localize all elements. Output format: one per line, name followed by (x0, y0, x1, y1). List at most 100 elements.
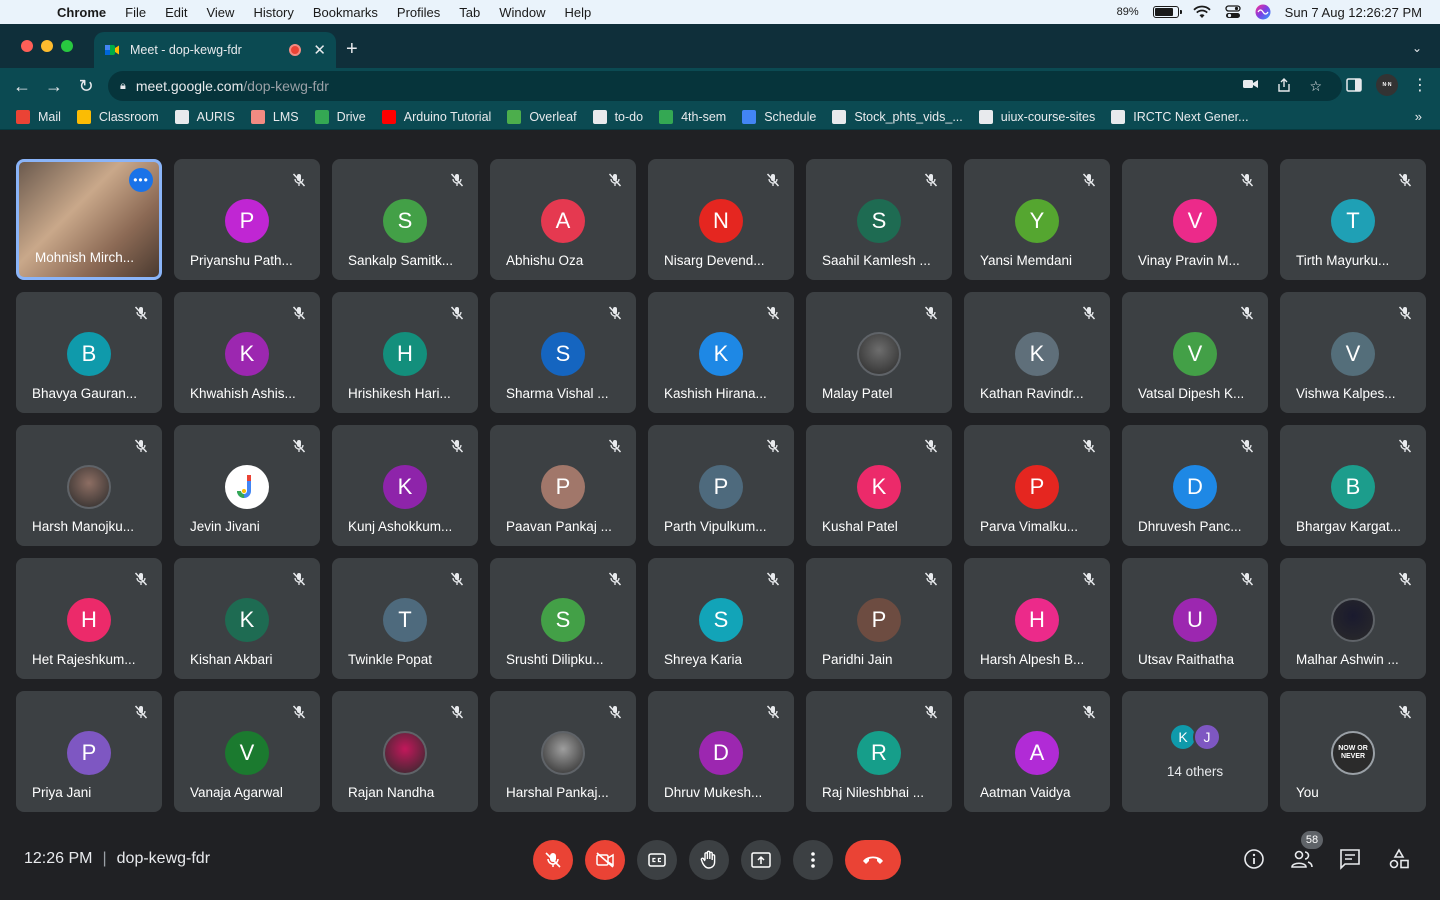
bookmark-item[interactable]: 4th-sem (659, 109, 726, 124)
participant-tile[interactable]: A Abhishu Oza (490, 159, 636, 280)
tile-more-options-icon[interactable]: ••• (129, 168, 153, 192)
participant-tile[interactable]: S Sankalp Samitk... (332, 159, 478, 280)
participant-tile[interactable]: H Harsh Alpesh B... (964, 558, 1110, 679)
participant-tile[interactable]: S Srushti Dilipku... (490, 558, 636, 679)
bookmark-item[interactable]: Mail (16, 109, 61, 124)
participant-tile[interactable]: V Vanaja Agarwal (174, 691, 320, 812)
menu-history[interactable]: History (253, 5, 293, 20)
participant-tile[interactable]: U Utsav Raithatha (1122, 558, 1268, 679)
menu-edit[interactable]: Edit (165, 5, 187, 20)
participant-tile[interactable]: N Nisarg Devend... (648, 159, 794, 280)
siri-icon[interactable] (1255, 4, 1271, 20)
participant-tile[interactable]: Malay Patel (806, 292, 952, 413)
tab-search-chevron-icon[interactable]: ⌄ (1412, 41, 1422, 55)
people-button[interactable] (1290, 848, 1314, 875)
bookmark-item[interactable]: IRCTC Next Gener... (1111, 109, 1249, 124)
camera-off-button[interactable] (585, 840, 625, 880)
participant-tile[interactable]: P Paavan Pankaj ... (490, 425, 636, 546)
participant-tile[interactable]: K Kathan Ravindr... (964, 292, 1110, 413)
raise-hand-button[interactable] (689, 840, 729, 880)
participant-tile[interactable]: K Kushal Patel (806, 425, 952, 546)
menu-chrome[interactable]: Chrome (57, 5, 106, 20)
activities-button[interactable] (1388, 848, 1410, 875)
battery-icon[interactable] (1152, 6, 1182, 18)
back-arrow-icon[interactable]: ← (6, 76, 38, 97)
close-tab-icon[interactable]: ✕ (313, 41, 326, 59)
participant-tile[interactable]: S Shreya Karia (648, 558, 794, 679)
bookmark-item[interactable]: Overleaf (507, 109, 577, 124)
address-bar[interactable]: 🔒︎ meet.google.com/dop-kewg-fdr ☆ (108, 71, 1342, 101)
menu-window[interactable]: Window (499, 5, 545, 20)
wifi-icon[interactable] (1193, 5, 1211, 19)
meeting-code[interactable]: dop-kewg-fdr (117, 850, 210, 867)
meeting-details-button[interactable] (1243, 848, 1265, 875)
participant-tile[interactable]: Malhar Ashwin ... (1280, 558, 1426, 679)
forward-arrow-icon[interactable]: → (38, 76, 70, 97)
participant-tile[interactable]: B Bhavya Gauran... (16, 292, 162, 413)
new-tab-button[interactable]: + (346, 38, 358, 61)
menu-profiles[interactable]: Profiles (397, 5, 440, 20)
participant-tile[interactable]: A Aatman Vaidya (964, 691, 1110, 812)
bookmark-star-icon[interactable]: ☆ (1309, 78, 1322, 95)
participant-tile[interactable]: H Hrishikesh Hari... (332, 292, 478, 413)
minimize-window-button[interactable] (41, 40, 53, 52)
bookmark-item[interactable]: Drive (314, 109, 366, 124)
participant-tile[interactable]: S Sharma Vishal ... (490, 292, 636, 413)
participant-tile[interactable]: P Parth Vipulkum... (648, 425, 794, 546)
bookmark-item[interactable]: Arduino Tutorial (381, 109, 491, 124)
participant-tile[interactable]: D Dhruv Mukesh... (648, 691, 794, 812)
mic-off-button[interactable] (533, 840, 573, 880)
menu-bookmarks[interactable]: Bookmarks (313, 5, 378, 20)
menu-help[interactable]: Help (565, 5, 592, 20)
participant-tile[interactable]: D Dhruvesh Panc... (1122, 425, 1268, 546)
bookmark-item[interactable]: Stock_phts_vids_... (832, 109, 963, 124)
participant-tile[interactable]: R Raj Nileshbhai ... (806, 691, 952, 812)
participant-tile[interactable]: T Twinkle Popat (332, 558, 478, 679)
others-tile[interactable]: K J 14 others (1122, 691, 1268, 812)
leave-call-button[interactable] (845, 840, 901, 880)
participant-tile[interactable]: P Parva Vimalku... (964, 425, 1110, 546)
clock-datetime[interactable]: Sun 7 Aug 12:26:27 PM (1285, 5, 1422, 20)
menu-view[interactable]: View (206, 5, 234, 20)
zoom-window-button[interactable] (61, 40, 73, 52)
participant-tile[interactable]: B Bhargav Kargat... (1280, 425, 1426, 546)
participant-tile[interactable]: Y Yansi Memdani (964, 159, 1110, 280)
present-now-button[interactable] (741, 840, 781, 880)
menu-tab[interactable]: Tab (459, 5, 480, 20)
share-icon[interactable] (1277, 77, 1291, 92)
menu-file[interactable]: File (125, 5, 146, 20)
participant-tile[interactable]: K Kishan Akbari (174, 558, 320, 679)
camera-in-use-icon[interactable] (1243, 78, 1259, 90)
participant-tile[interactable]: Rajan Nandha (332, 691, 478, 812)
participant-tile[interactable]: Jevin Jivani (174, 425, 320, 546)
participant-tile[interactable]: K Kunj Ashokkum... (332, 425, 478, 546)
participant-tile[interactable]: P Priyanshu Path... (174, 159, 320, 280)
bookmark-item[interactable]: Classroom (76, 109, 159, 124)
bookmark-item[interactable]: LMS (250, 109, 299, 124)
participant-tile[interactable]: K Khwahish Ashis... (174, 292, 320, 413)
side-panel-icon[interactable] (1346, 78, 1362, 92)
profile-avatar[interactable]: N·N (1376, 74, 1398, 96)
captions-button[interactable] (637, 840, 677, 880)
bookmark-item[interactable]: AURIS (174, 109, 235, 124)
participant-tile[interactable]: T Tirth Mayurku... (1280, 159, 1426, 280)
more-options-button[interactable] (793, 840, 833, 880)
participant-tile[interactable]: P Priya Jani (16, 691, 162, 812)
chat-button[interactable] (1339, 848, 1361, 875)
participant-tile[interactable]: Harshal Pankaj... (490, 691, 636, 812)
more-bookmarks-chevron-icon[interactable]: » (1415, 109, 1422, 124)
lock-icon[interactable]: 🔒︎ (120, 80, 126, 93)
bookmark-item[interactable]: uiux-course-sites (978, 109, 1095, 124)
participant-tile[interactable]: V Vishwa Kalpes... (1280, 292, 1426, 413)
participant-tile[interactable]: S Saahil Kamlesh ... (806, 159, 952, 280)
participant-tile[interactable]: Harsh Manojku... (16, 425, 162, 546)
control-center-icon[interactable] (1225, 5, 1241, 19)
participant-tile[interactable]: H Het Rajeshkum... (16, 558, 162, 679)
participant-tile[interactable]: P Paridhi Jain (806, 558, 952, 679)
bookmark-item[interactable]: to-do (592, 109, 643, 124)
close-window-button[interactable] (21, 40, 33, 52)
self-video-tile[interactable]: ••• Mohnish Mirch... (16, 159, 162, 280)
participant-tile[interactable]: K Kashish Hirana... (648, 292, 794, 413)
chrome-menu-icon[interactable]: ⋮ (1412, 75, 1428, 95)
active-tab[interactable]: Meet - dop-kewg-fdr ✕ (94, 32, 336, 68)
